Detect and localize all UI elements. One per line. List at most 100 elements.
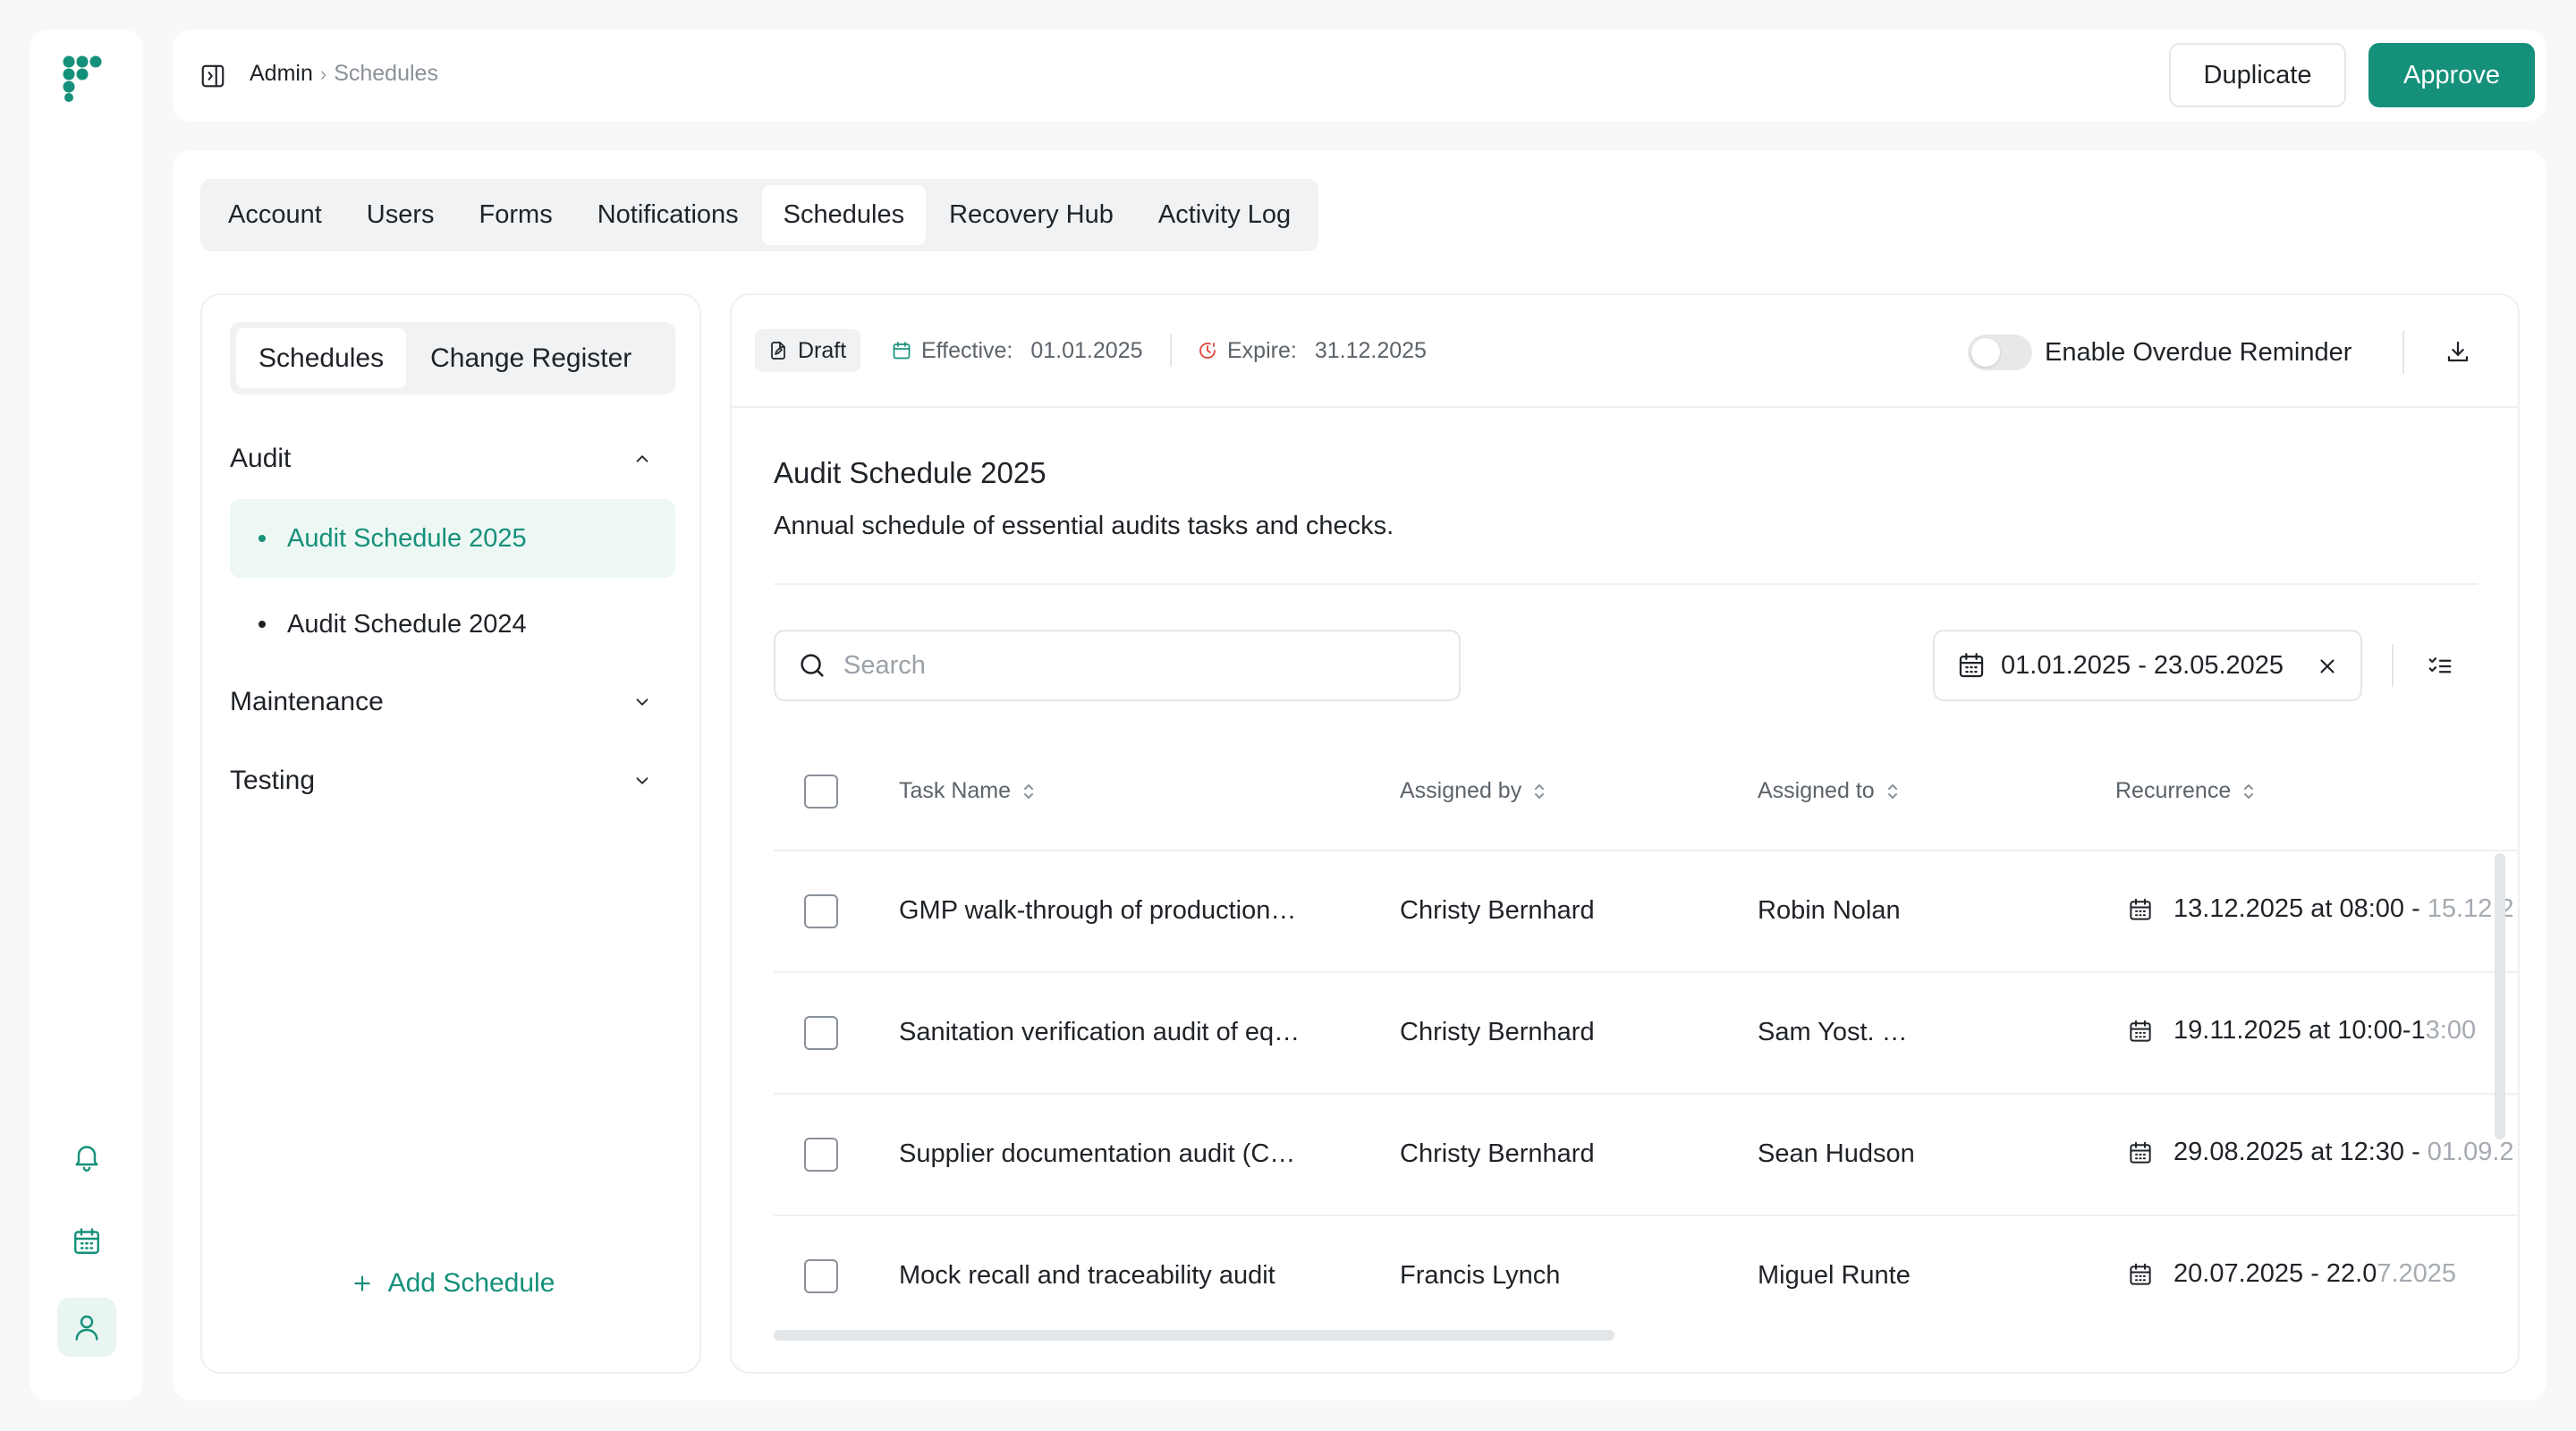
- row-checkbox[interactable]: [804, 1016, 838, 1050]
- top-bar: Admin › Schedules Duplicate Approve: [173, 30, 2546, 122]
- calendar-icon: [2127, 1018, 2154, 1045]
- horizontal-scrollbar[interactable]: [774, 1330, 1614, 1341]
- assigned-by-cell: Christy Bernhard: [1400, 1018, 1595, 1046]
- assigned-to-cell: Miguel Runte: [1758, 1261, 1911, 1290]
- effective-label: Effective:: [921, 337, 1013, 363]
- plus-icon: [351, 1272, 374, 1295]
- left-rail: [30, 30, 143, 1401]
- segment-schedules[interactable]: Schedules: [236, 328, 407, 388]
- recurrence-text-overflow: 01.09.2: [2427, 1138, 2514, 1166]
- column-assigned-to[interactable]: Assigned to: [1758, 778, 1900, 804]
- column-task-name[interactable]: Task Name: [899, 778, 1036, 804]
- tab-account[interactable]: Account: [207, 185, 343, 245]
- group-maintenance[interactable]: Maintenance: [230, 678, 675, 726]
- user-icon: [71, 1311, 103, 1343]
- sidebar-toggle-icon[interactable]: [199, 63, 226, 89]
- schedule-item-audit-2025[interactable]: Audit Schedule 2025: [230, 499, 675, 578]
- group-testing[interactable]: Testing: [230, 757, 675, 805]
- calendar-icon: [2127, 1139, 2154, 1166]
- column-label: Assigned by: [1400, 778, 1522, 803]
- sort-icon: [1885, 781, 1900, 802]
- table-row[interactable]: Supplier documentation audit (C… Christy…: [774, 1095, 2518, 1216]
- tab-notifications[interactable]: Notifications: [576, 185, 760, 245]
- schedule-content: Draft Effective: 01.01.2025 Expire: 31.1…: [730, 293, 2520, 1374]
- filter-divider: [2392, 644, 2394, 687]
- breadcrumb-current: Schedules: [334, 61, 438, 86]
- column-label: Task Name: [899, 778, 1012, 803]
- assigned-to-cell: Sam Yost. …: [1758, 1018, 1908, 1046]
- row-checkbox[interactable]: [804, 1259, 838, 1293]
- select-all-checkbox[interactable]: [804, 775, 838, 809]
- tab-schedules[interactable]: Schedules: [761, 185, 927, 245]
- row-checkbox[interactable]: [804, 1138, 838, 1172]
- recurrence-text: 19.11.2025 at 10:00-1: [2174, 1016, 2426, 1045]
- sort-icon: [1532, 781, 1546, 802]
- overdue-reminder-label: Enable Overdue Reminder: [2045, 338, 2352, 367]
- recurrence-text-overflow: 7.2025: [2377, 1259, 2457, 1288]
- app-logo-icon[interactable]: [62, 55, 108, 103]
- overdue-reminder-toggle[interactable]: [1968, 334, 2032, 370]
- breadcrumb: Admin › Schedules: [250, 61, 438, 87]
- schedule-item-audit-2024[interactable]: Audit Schedule 2024: [230, 585, 675, 664]
- table-header: Task Name Assigned by Assigned to Recurr…: [774, 730, 2518, 851]
- recurrence-text: 20.07.2025 - 22.0: [2174, 1259, 2377, 1288]
- download-icon[interactable]: [2445, 338, 2471, 365]
- status-badge: Draft: [755, 329, 861, 372]
- date-range-value: 01.01.2025 - 23.05.2025: [2001, 650, 2284, 680]
- column-assigned-by[interactable]: Assigned by: [1400, 778, 1546, 804]
- table-row[interactable]: Mock recall and traceability audit Franc…: [774, 1216, 2518, 1338]
- table-row[interactable]: GMP walk-through of production… Christy …: [774, 851, 2518, 973]
- recurrence-cell: 13.12.2025 at 08:00 - 15.12.2: [2127, 894, 2514, 924]
- task-name-cell: GMP walk-through of production…: [899, 896, 1297, 925]
- toggle-knob: [1971, 338, 2000, 367]
- tab-users[interactable]: Users: [345, 185, 456, 245]
- tab-recovery-hub[interactable]: Recovery Hub: [928, 185, 1135, 245]
- schedules-sidebar: Schedules Change Register Audit Audit Sc…: [200, 293, 701, 1374]
- search-icon: [797, 650, 827, 681]
- calendar-icon: [2127, 896, 2154, 923]
- add-schedule-label: Add Schedule: [387, 1268, 555, 1298]
- calendar-rail-button[interactable]: [57, 1212, 116, 1271]
- recurrence-cell: 20.07.2025 - 22.07.2025: [2127, 1259, 2456, 1289]
- task-name-cell: Sanitation verification audit of eq…: [899, 1018, 1301, 1046]
- table-row[interactable]: Sanitation verification audit of eq… Chr…: [774, 973, 2518, 1095]
- approve-button[interactable]: Approve: [2368, 43, 2535, 107]
- profile-rail-button[interactable]: [57, 1298, 116, 1357]
- task-name-cell: Mock recall and traceability audit: [899, 1261, 1275, 1290]
- segment-change-register[interactable]: Change Register: [408, 328, 654, 388]
- row-checkbox[interactable]: [804, 894, 838, 928]
- schedule-description: Annual schedule of essential audits task…: [774, 512, 1394, 540]
- admin-tabs: Account Users Forms Notifications Schedu…: [200, 179, 1319, 251]
- recurrence-cell: 29.08.2025 at 12:30 - 01.09.2: [2127, 1138, 2514, 1167]
- column-label: Recurrence: [2115, 778, 2232, 803]
- breadcrumb-admin-link[interactable]: Admin: [250, 61, 313, 87]
- meta-divider: [1170, 334, 1172, 367]
- list-check-icon[interactable]: [2427, 653, 2453, 680]
- calendar-icon: [891, 340, 912, 361]
- assigned-by-cell: Christy Bernhard: [1400, 1139, 1595, 1168]
- expire-value: 31.12.2025: [1314, 337, 1427, 363]
- schedule-item-label: Audit Schedule 2024: [287, 609, 527, 639]
- duplicate-button[interactable]: Duplicate: [2169, 43, 2346, 107]
- calendar-icon: [1956, 650, 1987, 681]
- bell-icon: [71, 1140, 103, 1173]
- close-icon[interactable]: [2316, 655, 2339, 678]
- breadcrumb-separator: ›: [319, 62, 327, 85]
- recurrence-cell: 19.11.2025 at 10:00-13:00: [2127, 1016, 2476, 1046]
- bullet-icon: [258, 621, 266, 628]
- date-range-picker[interactable]: 01.01.2025 - 23.05.2025: [1933, 630, 2362, 701]
- add-schedule-button[interactable]: Add Schedule: [202, 1262, 703, 1305]
- group-audit[interactable]: Audit: [230, 435, 675, 483]
- assigned-to-cell: Sean Hudson: [1758, 1139, 1915, 1168]
- notifications-rail-button[interactable]: [57, 1127, 116, 1186]
- search-box: [774, 630, 1461, 701]
- search-input[interactable]: [843, 650, 1416, 681]
- chevron-down-icon: [632, 692, 652, 712]
- column-recurrence[interactable]: Recurrence: [2115, 778, 2256, 804]
- chevron-up-icon: [632, 449, 652, 469]
- vertical-scrollbar[interactable]: [2495, 853, 2505, 1139]
- tab-forms[interactable]: Forms: [458, 185, 574, 245]
- calendar-icon: [71, 1225, 103, 1257]
- tab-activity-log[interactable]: Activity Log: [1137, 185, 1312, 245]
- calendar-icon: [2127, 1261, 2154, 1288]
